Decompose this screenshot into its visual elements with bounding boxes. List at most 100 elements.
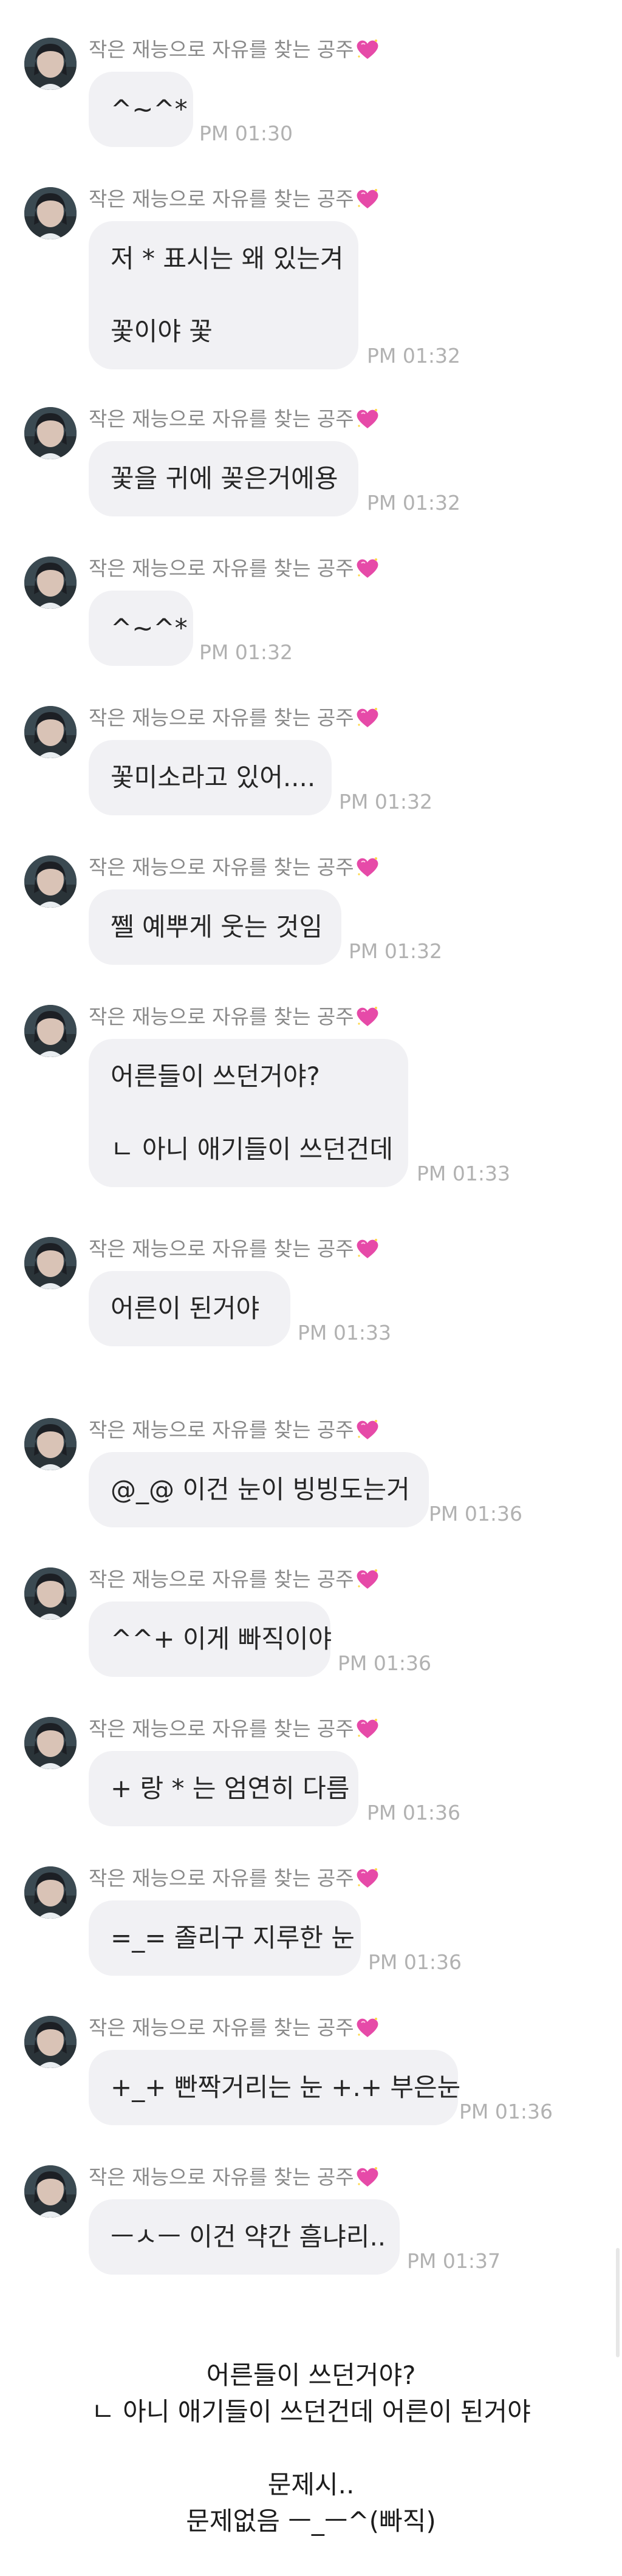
message-bubble[interactable]: =_= 졸리구 지루한 눈 — [89, 1900, 361, 1976]
heart-icon — [355, 1005, 380, 1027]
heart-icon — [355, 1419, 380, 1440]
sender-name: 작은 재능으로 자유를 찾는 공주 — [89, 2016, 380, 2040]
sender-name-text: 작은 재능으로 자유를 찾는 공주 — [89, 187, 354, 211]
heart-icon — [355, 1238, 380, 1259]
heart-icon — [355, 408, 380, 430]
caption-line: 문제시.. — [267, 2470, 355, 2499]
avatar[interactable] — [24, 1418, 77, 1470]
avatar[interactable] — [24, 706, 77, 758]
heart-icon — [355, 856, 380, 878]
message-bubble[interactable]: +_+ 빤짝거리는 눈 +.+ 부은눈 — [89, 2050, 461, 2125]
heart-icon — [355, 1867, 380, 1889]
message-time: PM 01:33 — [298, 1321, 391, 1345]
sender-name: 작은 재능으로 자유를 찾는 공주 — [89, 1866, 380, 1891]
avatar[interactable] — [24, 187, 77, 239]
sender-name: 작은 재능으로 자유를 찾는 공주 — [89, 557, 380, 581]
message-text: ^~^* — [111, 613, 188, 643]
sender-name-text: 작은 재능으로 자유를 찾는 공주 — [89, 2165, 354, 2189]
sender-name-text: 작은 재능으로 자유를 찾는 공주 — [89, 407, 354, 431]
sender-name: 작은 재능으로 자유를 찾는 공주 — [89, 2165, 380, 2190]
sender-name-text: 작은 재능으로 자유를 찾는 공주 — [89, 1005, 354, 1029]
caption-text: 어른들이 쓰던거야? ㄴ 아니 애기들이 쓰던건데 어른이 된거야 문제시.. 문제없… — [0, 2357, 622, 2540]
avatar[interactable] — [24, 855, 77, 908]
message-bubble[interactable]: 저 * 표시는 왜 있는겨 꽃이야 꽃 — [89, 221, 358, 369]
avatar[interactable] — [24, 557, 77, 609]
message-text: 어른이 된거야 — [111, 1293, 260, 1323]
message-time: PM 01:30 — [199, 122, 293, 145]
message-text: 꽃을 귀에 꽂은거에용 — [111, 464, 338, 493]
sender-name-text: 작은 재능으로 자유를 찾는 공주 — [89, 1866, 354, 1890]
message-bubble[interactable]: ^~^* — [89, 72, 193, 147]
message-time: PM 01:32 — [367, 344, 460, 368]
avatar[interactable] — [24, 2165, 77, 2218]
message-text: ^^+ 이게 빠직이야 — [111, 1624, 332, 1654]
message-time: PM 01:37 — [407, 2249, 501, 2273]
avatar[interactable] — [24, 1717, 77, 1769]
message-time: PM 01:32 — [367, 491, 460, 515]
message-bubble[interactable]: 꽃미소라고 있어.... — [89, 740, 332, 815]
message-text: ^~^* — [111, 94, 188, 124]
sender-name-text: 작은 재능으로 자유를 찾는 공주 — [89, 38, 354, 61]
heart-icon — [355, 1718, 380, 1739]
message-time: PM 01:36 — [338, 1651, 431, 1675]
caption-line: 어른들이 쓰던거야? — [206, 2360, 416, 2390]
avatar[interactable] — [24, 1005, 77, 1057]
heart-icon — [355, 707, 380, 728]
message-text: ㅡㅅㅡ 이건 약간 흠냐리.. — [111, 2222, 386, 2252]
sender-name-text: 작은 재능으로 자유를 찾는 공주 — [89, 706, 354, 730]
avatar[interactable] — [24, 407, 77, 459]
message-text: 꽃미소라고 있어.... — [111, 762, 316, 792]
heart-icon — [355, 188, 380, 210]
message-time: PM 01:36 — [459, 2100, 553, 2123]
message-text: 저 * 표시는 왜 있는겨 — [111, 244, 344, 273]
message-bubble[interactable]: 어른들이 쓰던거야? ㄴ 아니 애기들이 쓰던건데 — [89, 1039, 408, 1187]
message-bubble[interactable]: 꽃을 귀에 꽂은거에용 — [89, 441, 358, 516]
scrollbar[interactable] — [616, 2248, 620, 2357]
message-time: PM 01:33 — [417, 1162, 510, 1185]
heart-icon — [355, 557, 380, 579]
caption-gap — [0, 2430, 622, 2467]
message-text: @_@ 이건 눈이 빙빙도는거 — [111, 1475, 410, 1504]
avatar[interactable] — [24, 1567, 77, 1620]
message-time: PM 01:32 — [199, 640, 293, 664]
message-text: =_= 졸리구 지루한 눈 — [111, 1923, 355, 1953]
message-text: ㄴ 아니 애기들이 쓰던건데 — [111, 1134, 394, 1164]
avatar[interactable] — [24, 1237, 77, 1289]
heart-icon — [355, 1568, 380, 1590]
sender-name-text: 작은 재능으로 자유를 찾는 공주 — [89, 557, 354, 580]
message-bubble[interactable]: 어른이 된거야 — [89, 1271, 290, 1346]
sender-name-text: 작은 재능으로 자유를 찾는 공주 — [89, 2016, 354, 2040]
sender-name: 작은 재능으로 자유를 찾는 공주 — [89, 407, 380, 431]
avatar[interactable] — [24, 1866, 77, 1919]
message-text: + 랑 * 는 엄연히 다름 — [111, 1773, 350, 1803]
sender-name-text: 작은 재능으로 자유를 찾는 공주 — [89, 1567, 354, 1591]
caption-line: 문제없음 ㅡ_ㅡ^(빠직) — [186, 2506, 436, 2536]
message-line-gap — [111, 277, 337, 313]
sender-name: 작은 재능으로 자유를 찾는 공주 — [89, 38, 380, 62]
message-text: +_+ 빤짝거리는 눈 +.+ 부은눈 — [111, 2072, 461, 2102]
sender-name: 작은 재능으로 자유를 찾는 공주 — [89, 1237, 380, 1261]
message-bubble[interactable]: ^~^* — [89, 591, 193, 666]
sender-name-text: 작은 재능으로 자유를 찾는 공주 — [89, 855, 354, 879]
message-bubble[interactable]: @_@ 이건 눈이 빙빙도는거 — [89, 1452, 429, 1527]
message-bubble[interactable]: 쩰 예뿌게 웃는 것임 — [89, 889, 341, 965]
avatar[interactable] — [24, 38, 77, 90]
avatar[interactable] — [24, 2016, 77, 2068]
sender-name-text: 작은 재능으로 자유를 찾는 공주 — [89, 1237, 354, 1261]
heart-icon — [355, 2016, 380, 2038]
sender-name: 작은 재능으로 자유를 찾는 공주 — [89, 1005, 380, 1029]
sender-name-text: 작은 재능으로 자유를 찾는 공주 — [89, 1717, 354, 1741]
sender-name: 작은 재능으로 자유를 찾는 공주 — [89, 706, 380, 730]
sender-name: 작은 재능으로 자유를 찾는 공주 — [89, 1717, 380, 1741]
heart-icon — [355, 2166, 380, 2188]
sender-name: 작은 재능으로 자유를 찾는 공주 — [89, 1567, 380, 1592]
message-time: PM 01:32 — [339, 790, 432, 814]
message-bubble[interactable]: ^^+ 이게 빠직이야 — [89, 1601, 332, 1677]
message-text: 어른들이 쓰던거야? — [111, 1061, 320, 1091]
sender-name: 작은 재능으로 자유를 찾는 공주 — [89, 187, 380, 211]
sender-name: 작은 재능으로 자유를 찾는 공주 — [89, 1418, 380, 1442]
message-bubble[interactable]: ㅡㅅㅡ 이건 약간 흠냐리.. — [89, 2199, 400, 2275]
message-bubble[interactable]: + 랑 * 는 엄연히 다름 — [89, 1751, 358, 1826]
message-text: 쩰 예뿌게 웃는 것임 — [111, 912, 323, 942]
heart-icon — [355, 38, 380, 60]
